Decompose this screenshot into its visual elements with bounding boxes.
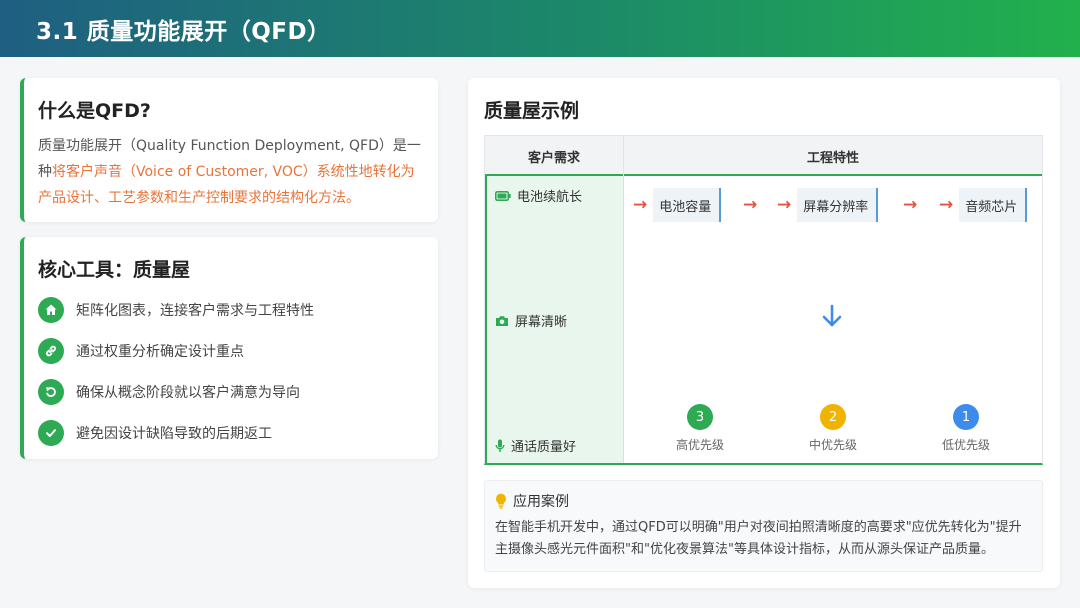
matrix-header: 客户需求 工程特性	[485, 136, 1042, 176]
what-is-qfd-card: 什么是QFD? 质量功能展开（Quality Function Deployme…	[20, 78, 438, 222]
requirement-screen: 屏幕清晰	[495, 311, 567, 330]
priority-medium: 2 中优先级	[793, 404, 873, 453]
lightbulb-icon	[495, 493, 507, 509]
application-case-header: 应用案例	[495, 491, 1032, 511]
list-item-label: 确保从概念阶段就以客户满意为导向	[76, 384, 300, 401]
arrow-down-icon	[821, 304, 843, 332]
characteristic-label: 屏幕分辨率	[797, 188, 879, 222]
arrow-right-icon: →	[939, 195, 954, 215]
arrow-right-icon: →	[743, 195, 758, 215]
requirement-label: 屏幕清晰	[515, 315, 568, 330]
application-case-box: 应用案例 在智能手机开发中，通过QFD可以明确"用户对夜间拍照清晰度的高要求"应…	[484, 480, 1043, 572]
priority-number: 3	[687, 404, 713, 430]
characteristic-battery-capacity: → 电池容量	[633, 188, 722, 222]
priority-low: 1 低优先级	[926, 404, 1006, 453]
priority-high: 3 高优先级	[660, 404, 740, 453]
requirement-call: 通话质量好	[495, 436, 576, 455]
application-case-title: 应用案例	[513, 494, 569, 510]
characteristic-audio-chip: → 音频芯片	[939, 188, 1028, 222]
list-item-label: 矩阵化图表，连接客户需求与工程特性	[76, 302, 314, 319]
application-case-text: 在智能手机开发中，通过QFD可以明确"用户对夜间拍照清晰度的高要求"应优先转化为…	[495, 520, 1022, 557]
house-of-quality-card: 质量屋示例 客户需求 工程特性 电池续航长 屏幕清晰 通话质量好 → 电池容量 …	[468, 78, 1060, 588]
priority-label: 高优先级	[675, 438, 724, 452]
core-tool-list: 矩阵化图表，连接客户需求与工程特性 通过权重分析确定设计重点 确保从概念阶段就以…	[38, 296, 422, 446]
header-bar: 3.1 质量功能展开（QFD）	[0, 0, 1080, 57]
microphone-icon	[495, 439, 505, 453]
arrow-right-icon: →	[777, 195, 792, 215]
list-item: 确保从概念阶段就以客户满意为导向	[38, 378, 422, 405]
undo-icon	[38, 378, 64, 405]
requirement-battery: 电池续航长	[495, 186, 582, 205]
what-is-qfd-title: 什么是QFD?	[38, 100, 151, 122]
camera-icon	[495, 315, 509, 327]
page-title: 3.1 质量功能展开（QFD）	[36, 18, 331, 45]
list-item: 通过权重分析确定设计重点	[38, 337, 422, 364]
arrow-right-icon: →	[903, 195, 918, 215]
arrow-right-icon: →	[633, 195, 648, 215]
priority-label: 中优先级	[808, 438, 857, 452]
core-tool-title: 核心工具：质量屋	[38, 259, 191, 281]
engineering-characteristics-header: 工程特性	[806, 150, 859, 166]
list-item: 避免因设计缺陷导致的后期返工	[38, 419, 422, 446]
list-item-label: 通过权重分析确定设计重点	[76, 343, 244, 360]
house-of-quality-title: 质量屋示例	[484, 100, 580, 122]
characteristic-screen-resolution: → 屏幕分辨率	[777, 188, 879, 222]
battery-icon	[495, 190, 511, 201]
house-of-quality-matrix: 客户需求 工程特性 电池续航长 屏幕清晰 通话质量好 → 电池容量 → → 屏幕…	[484, 135, 1043, 465]
customer-needs-column: 电池续航长 屏幕清晰 通话质量好	[485, 176, 624, 463]
requirement-label: 通话质量好	[511, 440, 577, 455]
engineering-characteristics-row: → 电池容量 → → 屏幕分辨率 → → 音频芯片	[631, 188, 1041, 222]
check-icon	[38, 419, 64, 446]
priority-number: 2	[820, 404, 846, 430]
list-item-label: 避免因设计缺陷导致的后期返工	[76, 425, 272, 442]
characteristic-label: 电池容量	[653, 188, 722, 222]
arrow-connector: →	[903, 188, 923, 222]
link-icon	[38, 337, 64, 364]
what-is-qfd-text: 质量功能展开（Quality Function Deployment, QFD）…	[38, 133, 422, 211]
arrow-connector: →	[743, 188, 763, 222]
customer-needs-header: 客户需求	[485, 136, 624, 176]
priority-number: 1	[953, 404, 979, 430]
core-tool-card: 核心工具：质量屋 矩阵化图表，连接客户需求与工程特性 通过权重分析确定设计重点 …	[20, 237, 438, 459]
definition-highlight: 将客户声音（Voice of Customer, VOC）系统性地转化为产品设计…	[38, 164, 415, 206]
requirement-label: 电池续航长	[517, 190, 583, 205]
characteristic-label: 音频芯片	[959, 188, 1028, 222]
priority-label: 低优先级	[941, 438, 990, 452]
list-item: 矩阵化图表，连接客户需求与工程特性	[38, 296, 422, 323]
home-icon	[38, 296, 64, 323]
